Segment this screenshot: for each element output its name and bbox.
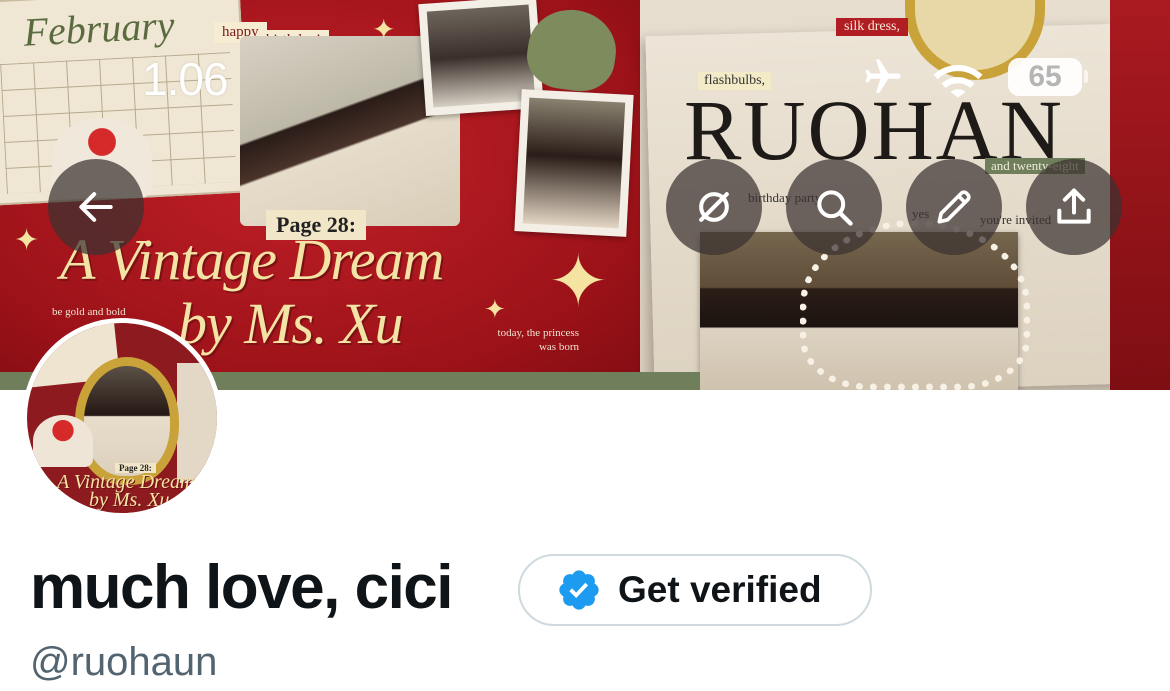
get-verified-button[interactable]: Get verified	[518, 554, 872, 626]
banner-title-line2: by Ms. Xu	[178, 291, 404, 356]
edit-icon	[937, 190, 971, 224]
sparkle-icon: ✦	[484, 294, 506, 324]
sparkle-icon: ✦	[14, 224, 40, 257]
turn-off-reposts-button[interactable]	[666, 159, 762, 255]
wifi-icon	[933, 65, 983, 98]
search-button[interactable]	[786, 159, 882, 255]
back-button[interactable]	[48, 159, 144, 255]
arrow-left-icon	[79, 192, 113, 222]
sparkle-icon: ✦	[372, 14, 396, 45]
get-verified-label: Get verified	[618, 569, 822, 610]
status-time: 1.06	[142, 53, 229, 105]
avatar-cake	[33, 415, 93, 467]
edit-button[interactable]	[906, 159, 1002, 255]
avatar-magazine	[177, 363, 217, 483]
airplane-icon	[865, 59, 901, 93]
banner-caption-right: today, the princess was born	[497, 327, 579, 353]
share-icon	[1057, 188, 1091, 224]
display-name: much love, cici	[30, 553, 454, 622]
verified-badge-icon	[559, 570, 599, 610]
avatar-title-line2: by Ms. Xu	[89, 489, 170, 511]
search-icon	[817, 190, 853, 226]
share-button[interactable]	[1026, 159, 1122, 255]
sparkle-icon: ✦	[548, 242, 609, 322]
calendar-month: February	[22, 1, 176, 55]
no-retweets-icon	[699, 192, 729, 222]
avatar[interactable]: Page 28: A Vintage Dream by Ms. Xu	[22, 318, 222, 518]
silk-dress-tag: silk dress,	[836, 18, 908, 36]
profile-handle: @ruohaun	[30, 640, 218, 684]
banner-caption-left: be gold and bold	[52, 306, 126, 318]
status-icons: 65	[858, 56, 1088, 98]
banner-stamp-photo-mid	[514, 89, 634, 237]
battery-icon: 65	[1008, 58, 1082, 96]
battery-nub	[1084, 70, 1088, 83]
